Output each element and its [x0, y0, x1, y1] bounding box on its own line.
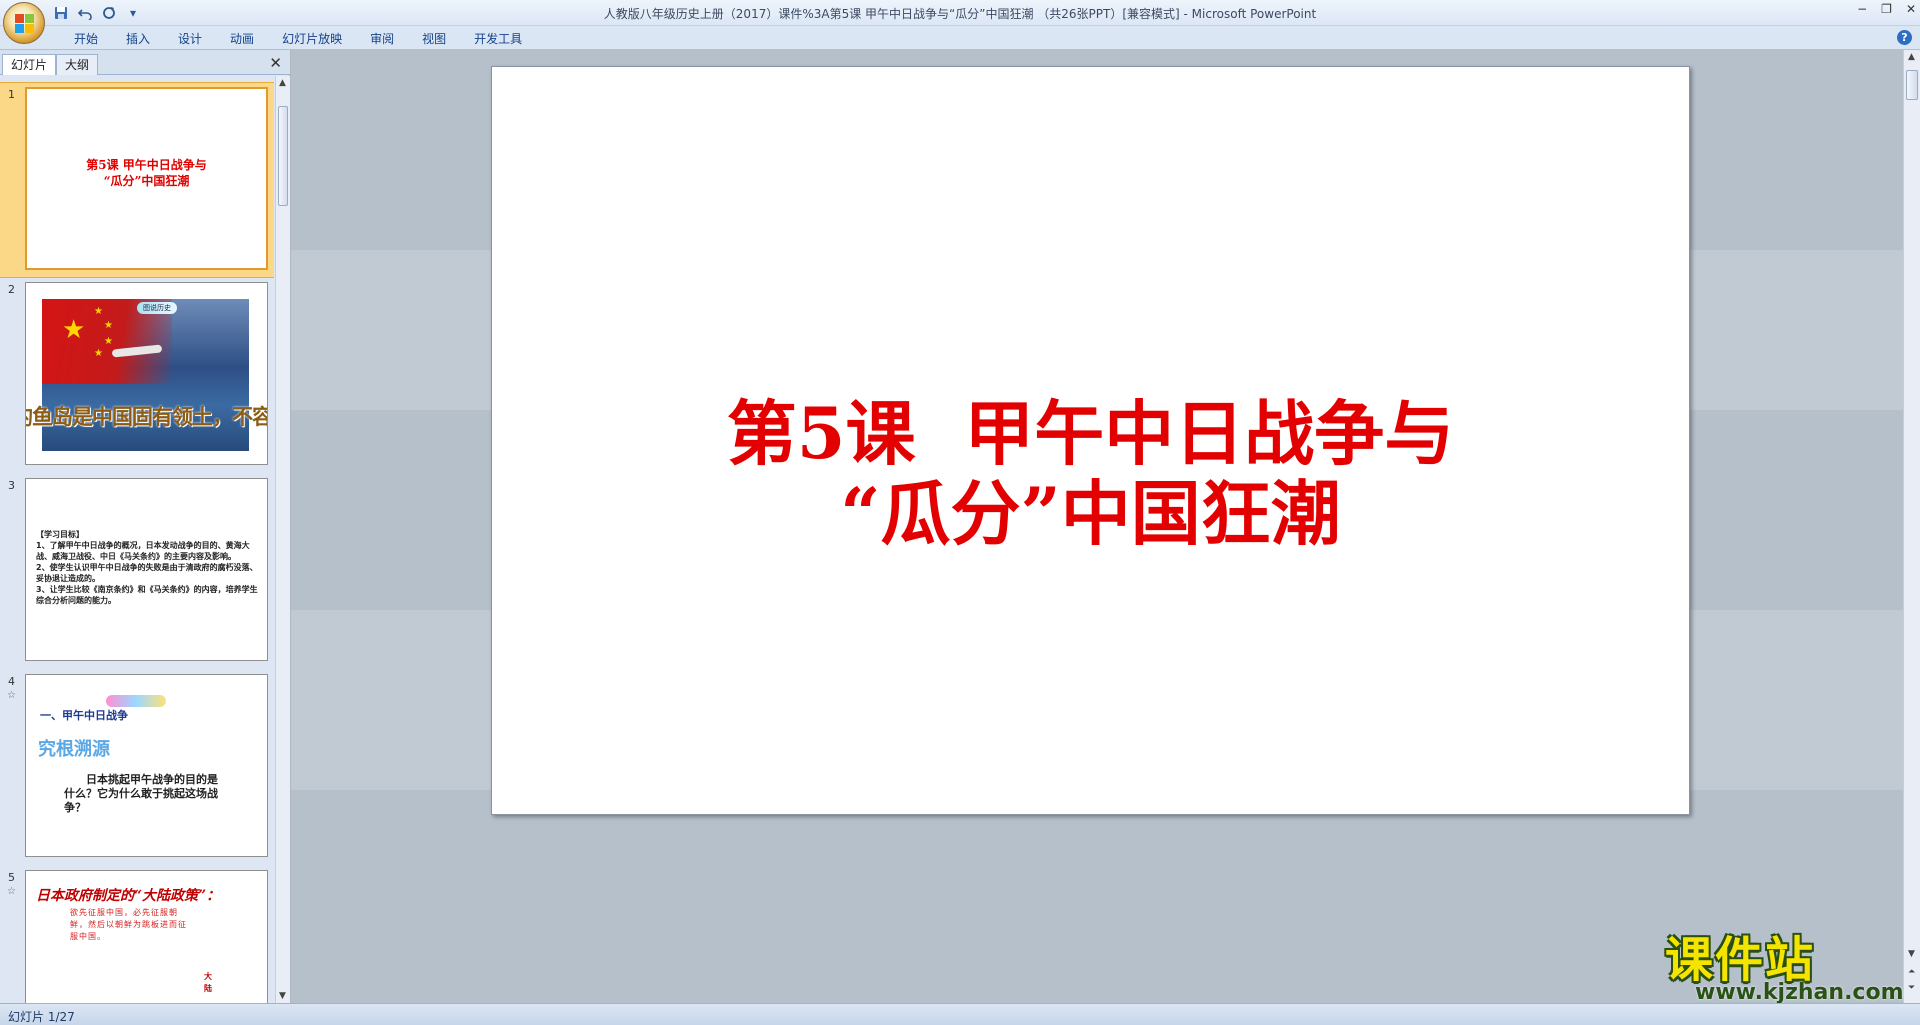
- thumb-body: 欲先征服中国，必先征服朝鲜，然后以朝鲜为跳板进而征服中国。: [70, 908, 187, 941]
- pane-tabs: 幻灯片 大纲 ✕: [0, 50, 290, 75]
- slide-number: 2: [8, 283, 15, 296]
- title-bar: ▾ 人教版八年级历史上册（2017）课件%3A第5课 甲午中日战争与“瓜分”中国…: [0, 0, 1920, 44]
- slides-pane: 幻灯片 大纲 ✕ 1 第5课 甲午中日战争与 “瓜分”中国狂潮 2 ★ ★ ★ …: [0, 50, 290, 1003]
- animation-star-icon: ☆: [7, 690, 16, 701]
- tab-insert[interactable]: 插入: [112, 30, 164, 48]
- slide-number: 1: [8, 88, 15, 101]
- slide-number: 4: [8, 675, 15, 688]
- star-icon: ★: [94, 348, 103, 359]
- thumb-heading: 究根溯源: [38, 739, 110, 760]
- scroll-down-icon[interactable]: ▼: [279, 991, 286, 1001]
- slide-thumbnail-2[interactable]: 2 ★ ★ ★ ★ ★ 图说历史 钓鱼岛是中国固有领土，不容侵犯！: [0, 278, 274, 474]
- slide-preview: 第5课 甲午中日战争与 “瓜分”中国狂潮: [25, 87, 268, 270]
- status-bar: 幻灯片 1/27: [0, 1003, 1920, 1025]
- ribbon-tabs-bar: 开始 插入 设计 动画 幻灯片放映 审阅 视图 开发工具 ?: [0, 26, 1920, 50]
- thumb-line: 1、了解甲午中日战争的概况，日本发动战争的目的、黄海大战、威海卫战役、中日《马关…: [36, 541, 250, 561]
- tab-slides[interactable]: 幻灯片: [2, 54, 57, 75]
- star-icon: ★: [104, 320, 113, 331]
- thumbnails-scrollbar[interactable]: ▲ ▼: [275, 76, 290, 1003]
- thumb-heading: 日本政府制定的“大陆政策”：: [36, 888, 221, 904]
- slide-number: 3: [8, 479, 15, 492]
- previous-slide-icon[interactable]: ⏶: [1908, 967, 1915, 977]
- restore-icon[interactable]: ❐: [1881, 2, 1892, 16]
- scrollbar-thumb[interactable]: [278, 106, 288, 206]
- thumb-title-line2: “瓜分”中国狂潮: [103, 174, 190, 188]
- help-icon[interactable]: ?: [1897, 30, 1912, 45]
- slide-thumbnail-3[interactable]: 3 【学习目标】 1、了解甲午中日战争的概况，日本发动战争的目的、黄海大战、威海…: [0, 474, 274, 670]
- tab-outline[interactable]: 大纲: [56, 54, 99, 75]
- office-logo-icon: [15, 14, 35, 34]
- thumb-side-text: 大陆: [204, 972, 212, 993]
- watermark-url: www.kjzhan.com: [1695, 980, 1904, 1005]
- thumb-title-line1: 第5课 甲午中日战争与: [86, 158, 207, 172]
- slide-thumbnail-4[interactable]: 4 ☆ 一、甲午中日战争 究根溯源 日本挑起甲午战争的目的是什么？它为什么敢于挑…: [0, 670, 274, 866]
- thumb-subtitle: 一、甲午中日战争: [40, 709, 128, 722]
- thumb-badge-decoration: [106, 695, 166, 707]
- slide-number: 5: [8, 871, 15, 884]
- star-icon: ★: [104, 336, 113, 347]
- thumb-line: 【学习目标】: [36, 530, 84, 539]
- thumb-title: 第5课 甲午中日战争与 “瓜分”中国狂潮: [27, 157, 266, 189]
- star-icon: ★: [62, 315, 86, 345]
- slide-title-line1: 第5课 甲午中日战争与: [726, 392, 1455, 475]
- tab-review[interactable]: 审阅: [356, 30, 408, 48]
- slide-preview: 一、甲午中日战争 究根溯源 日本挑起甲午战争的目的是什么？它为什么敢于挑起这场战…: [25, 674, 268, 857]
- slide-thumbnails: 1 第5课 甲午中日战争与 “瓜分”中国狂潮 2 ★ ★ ★ ★ ★ 图说历史 …: [0, 76, 274, 1003]
- slide-preview: 【学习目标】 1、了解甲午中日战争的概况，日本发动战争的目的、黄海大战、威海卫战…: [25, 478, 268, 661]
- animation-star-icon: ☆: [7, 886, 16, 897]
- thumb-objectives: 【学习目标】 1、了解甲午中日战争的概况，日本发动战争的目的、黄海大战、威海卫战…: [36, 529, 262, 606]
- thumb-badge: 图说历史: [137, 302, 177, 314]
- slide-editor: 第5课 甲午中日战争与 “瓜分”中国狂潮: [291, 50, 1903, 1003]
- thumb-caption: 钓鱼岛是中国固有领土，不容侵犯！: [25, 404, 267, 429]
- slide-counter: 幻灯片 1/27: [8, 1010, 75, 1024]
- scroll-up-icon[interactable]: ▲: [1908, 52, 1915, 62]
- thumb-line: 3、让学生比较《南京条约》和《马关条约》的内容，培养学生综合分析问题的能力。: [36, 585, 258, 605]
- tab-animations[interactable]: 动画: [216, 30, 268, 48]
- scrollbar-thumb[interactable]: [1906, 70, 1918, 100]
- slide-title[interactable]: 第5课 甲午中日战争与 “瓜分”中国狂潮: [492, 394, 1689, 554]
- scroll-down-icon[interactable]: ▼: [1908, 949, 1915, 959]
- close-icon[interactable]: ✕: [1906, 2, 1916, 16]
- next-slide-icon[interactable]: ⏷: [1908, 983, 1915, 993]
- tab-home[interactable]: 开始: [60, 30, 112, 48]
- window-title: 人教版八年级历史上册（2017）课件%3A第5课 甲午中日战争与“瓜分”中国狂潮…: [603, 7, 1317, 21]
- tab-view[interactable]: 视图: [408, 30, 460, 48]
- thumb-line: 2、使学生认识甲午中日战争的失败是由于清政府的腐朽没落、妥协退让造成的。: [36, 563, 258, 583]
- slide-preview: ★ ★ ★ ★ ★ 图说历史 钓鱼岛是中国固有领土，不容侵犯！: [25, 282, 268, 465]
- office-button[interactable]: [3, 2, 45, 44]
- watermark-logo: 课件站 www.kjzhan.com: [1665, 920, 1905, 1010]
- tab-design[interactable]: 设计: [164, 30, 216, 48]
- slide-preview: 日本政府制定的“大陆政策”： 欲先征服中国，必先征服朝鲜，然后以朝鲜为跳板进而征…: [25, 870, 268, 1003]
- window-controls: − ❐ ✕: [1857, 2, 1916, 16]
- star-icon: ★: [94, 306, 103, 317]
- current-slide[interactable]: 第5课 甲午中日战争与 “瓜分”中国狂潮: [491, 66, 1690, 815]
- tab-developer[interactable]: 开发工具: [460, 30, 536, 48]
- close-pane-icon[interactable]: ✕: [269, 54, 282, 72]
- tab-slideshow[interactable]: 幻灯片放映: [268, 30, 356, 48]
- minimize-icon[interactable]: −: [1857, 2, 1867, 16]
- thumb-question: 日本挑起甲午战争的目的是什么？它为什么敢于挑起这场战争？: [64, 773, 218, 814]
- editor-scrollbar[interactable]: ▲ ▼ ⏶ ⏷: [1903, 50, 1920, 1003]
- slide-thumbnail-1[interactable]: 1 第5课 甲午中日战争与 “瓜分”中国狂潮: [0, 82, 274, 278]
- scroll-up-icon[interactable]: ▲: [279, 78, 286, 88]
- slide-thumbnail-5[interactable]: 5 ☆ 日本政府制定的“大陆政策”： 欲先征服中国，必先征服朝鲜，然后以朝鲜为跳…: [0, 866, 274, 1003]
- slide-title-line2: “瓜分”中国狂潮: [840, 472, 1341, 555]
